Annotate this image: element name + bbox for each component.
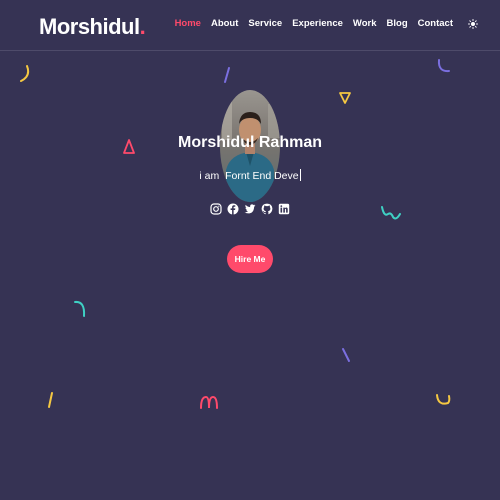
brand-logo[interactable]: Morshidul. (39, 14, 146, 40)
brand-name: Morshidul (39, 14, 140, 39)
confetti-arc-purple-2 (437, 59, 450, 73)
hire-me-button[interactable]: Hire Me (227, 245, 273, 273)
linkedin-icon[interactable] (278, 203, 290, 215)
tagline-prefix: i am (199, 170, 220, 182)
nav-link-home[interactable]: Home (175, 18, 201, 29)
confetti-line-yellow (48, 392, 53, 408)
nav-link-service[interactable]: Service (248, 18, 282, 29)
confetti-arc-yellow-1 (20, 65, 30, 82)
confetti-arc-yellow-2 (436, 394, 451, 405)
navbar: Morshidul. Home About Service Experience… (0, 0, 500, 51)
github-icon[interactable] (261, 203, 273, 215)
nav-link-about[interactable]: About (211, 18, 238, 29)
instagram-icon[interactable] (210, 203, 222, 215)
social-links (0, 203, 500, 215)
facebook-icon[interactable] (227, 203, 239, 215)
typing-cursor (299, 169, 301, 181)
nav-link-blog[interactable]: Blog (387, 18, 408, 29)
sun-icon[interactable] (468, 19, 478, 29)
nav-link-contact[interactable]: Contact (418, 18, 453, 29)
profile-tagline: i am Fornt End Deve (0, 169, 500, 182)
brand-dot: . (139, 14, 146, 39)
confetti-arc-teal (74, 300, 86, 317)
confetti-m-red (200, 395, 218, 409)
nav-link-work[interactable]: Work (353, 18, 377, 29)
confetti-line-purple-1 (224, 67, 230, 83)
confetti-line-purple-2 (342, 348, 350, 362)
nav-links: Home About Service Experience Work Blog … (165, 18, 453, 29)
profile-name: Morshidul Rahman (177, 134, 322, 151)
nav-link-experience[interactable]: Experience (292, 18, 343, 29)
confetti-triangle-yellow (339, 92, 351, 104)
twitter-icon[interactable] (244, 203, 256, 215)
tagline-typed-text: Fornt End Deve (225, 170, 299, 182)
